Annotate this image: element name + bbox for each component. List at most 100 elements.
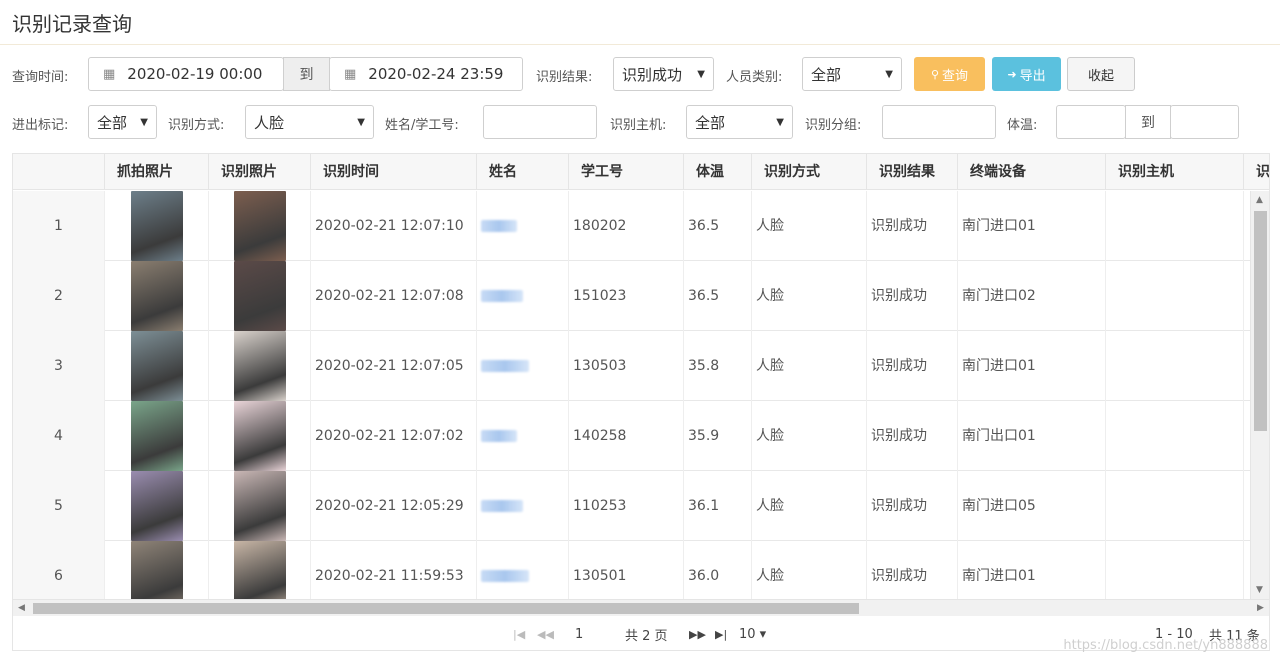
recognition-photo-image[interactable] [234,191,286,261]
vertical-scroll-thumb[interactable] [1254,211,1267,431]
result-select[interactable]: 识别成功 ▼ [613,57,714,91]
group-input[interactable] [882,105,996,139]
row-index: 2 [13,261,105,331]
recognition-result: 识别成功 [867,401,958,471]
recognition-method: 人脸 [752,261,867,331]
redacted-name [481,570,529,582]
scroll-down-icon[interactable]: ▼ [1256,585,1263,595]
method-select[interactable]: 人脸 ▼ [245,105,374,139]
vertical-scrollbar[interactable]: ▲ ▼ [1250,191,1269,599]
first-page-icon[interactable]: |◀ [513,628,525,641]
capture-photo [105,401,209,471]
method-label: 识别方式: [168,118,225,133]
person-id: 110253 [569,471,684,541]
recognition-time: 2020-02-21 11:59:53 [311,541,477,599]
name-input[interactable] [483,105,597,139]
recognition-method: 人脸 [752,541,867,599]
watermark: https://blog.csdn.net/yn888888 [1063,638,1268,653]
temperature: 35.8 [684,331,752,401]
terminal-device: 南门进口01 [958,191,1106,261]
temp-to-input[interactable] [1170,105,1239,139]
capture-photo-image[interactable] [131,331,183,401]
col-id[interactable]: 学工号 [569,154,684,190]
inout-select[interactable]: 全部 ▼ [88,105,157,139]
terminal-device: 南门进口01 [958,541,1106,599]
capture-photo-image[interactable] [131,401,183,471]
scroll-left-icon[interactable]: ◀ [18,603,25,613]
page-title: 识别记录查询 [12,12,132,36]
person-name [477,541,569,599]
redacted-name [481,220,517,232]
host-select[interactable]: 全部 ▼ [686,105,793,139]
date-to-value: 2020-02-24 23:59 [368,65,504,83]
recognition-photo-image[interactable] [234,331,286,401]
horizontal-scroll-thumb[interactable] [33,603,859,614]
person-name [477,261,569,331]
temp-label: 体温: [1007,118,1038,133]
col-method[interactable]: 识别方式 [752,154,867,190]
recognition-time: 2020-02-21 12:07:10 [311,191,477,261]
scroll-right-icon[interactable]: ▶ [1257,603,1264,613]
capture-photo-image[interactable] [131,471,183,541]
capture-photo-image[interactable] [131,541,183,599]
capture-photo-image[interactable] [131,261,183,331]
col-device[interactable]: 终端设备 [958,154,1106,190]
recognition-photo-image[interactable] [234,471,286,541]
total-pages: 共 2 页 [625,628,668,644]
temp-from-input[interactable] [1056,105,1126,139]
chevron-down-icon: ▼ [776,116,784,128]
page-size-select[interactable]: 10 ▾ [739,627,766,642]
col-temp[interactable]: 体温 [684,154,752,190]
date-from-value: 2020-02-19 00:00 [127,65,263,83]
prev-page-icon[interactable]: ◀◀ [537,628,554,641]
col-result[interactable]: 识别结果 [867,154,958,190]
calendar-icon: ▦ [344,66,357,82]
col-recognition-photo[interactable]: 识别照片 [209,154,311,190]
date-to-input[interactable]: ▦ 2020-02-24 23:59 [329,57,523,91]
redacted-name [481,500,523,512]
table-row[interactable]: 3 2020-02-21 12:07:05 130503 35.8 人脸 识别成功 南门进口… [13,331,1251,401]
group-label: 识别分组: [805,118,862,133]
collapse-button[interactable]: 收起 [1067,57,1135,91]
next-page-icon[interactable]: ▶▶ [689,628,706,641]
export-button[interactable]: ➜ 导出 [992,57,1061,91]
person-id: 130503 [569,331,684,401]
title-divider [0,44,1280,45]
recognition-host [1106,191,1244,261]
temperature: 36.5 [684,191,752,261]
table-row[interactable]: 6 2020-02-21 11:59:53 130501 36.0 人脸 识别成功 南门进口… [13,541,1251,599]
capture-photo-image[interactable] [131,191,183,261]
search-icon: ⚲ [930,67,940,81]
redacted-name [481,430,517,442]
horizontal-scrollbar[interactable]: ◀ ▶ [13,599,1269,616]
table-row[interactable]: 4 2020-02-21 12:07:02 140258 35.9 人脸 识别成功 南门出口… [13,401,1251,471]
person-type-select-value: 全部 [811,65,842,84]
inout-label: 进出标记: [12,118,69,133]
person-type-select[interactable]: 全部 ▼ [802,57,902,91]
page-number-input[interactable]: 1 [575,627,583,642]
recognition-result: 识别成功 [867,261,958,331]
records-grid: 抓拍照片 识别照片 识别时间 姓名 学工号 体温 识别方式 识别结果 终端设备 … [12,153,1270,651]
recognition-photo-image[interactable] [234,401,286,471]
inout-select-value: 全部 [97,113,128,132]
col-name[interactable]: 姓名 [477,154,569,190]
col-index [13,154,105,190]
recognition-photo-image[interactable] [234,261,286,331]
person-name [477,331,569,401]
last-page-icon[interactable]: ▶| [715,628,727,641]
recognition-photo-image[interactable] [234,541,286,599]
table-row[interactable]: 2 2020-02-21 12:07:08 151023 36.5 人脸 识别成功 南门进口… [13,261,1251,331]
col-time[interactable]: 识别时间 [311,154,477,190]
scroll-up-icon[interactable]: ▲ [1256,195,1263,205]
col-more[interactable]: 识 [1244,154,1269,190]
method-select-value: 人脸 [254,113,285,132]
col-capture-photo[interactable]: 抓拍照片 [105,154,209,190]
date-from-input[interactable]: ▦ 2020-02-19 00:00 [88,57,284,91]
recognition-photo [209,191,311,261]
table-row[interactable]: 5 2020-02-21 12:05:29 110253 36.1 人脸 识别成功 南门进口… [13,471,1251,541]
table-row[interactable]: 1 2020-02-21 12:07:10 180202 36.5 人脸 识别成功 南门进口… [13,191,1251,261]
recognition-result: 识别成功 [867,331,958,401]
col-host[interactable]: 识别主机 [1106,154,1244,190]
query-button[interactable]: ⚲ 查询 [914,57,985,91]
host-label: 识别主机: [610,118,667,133]
